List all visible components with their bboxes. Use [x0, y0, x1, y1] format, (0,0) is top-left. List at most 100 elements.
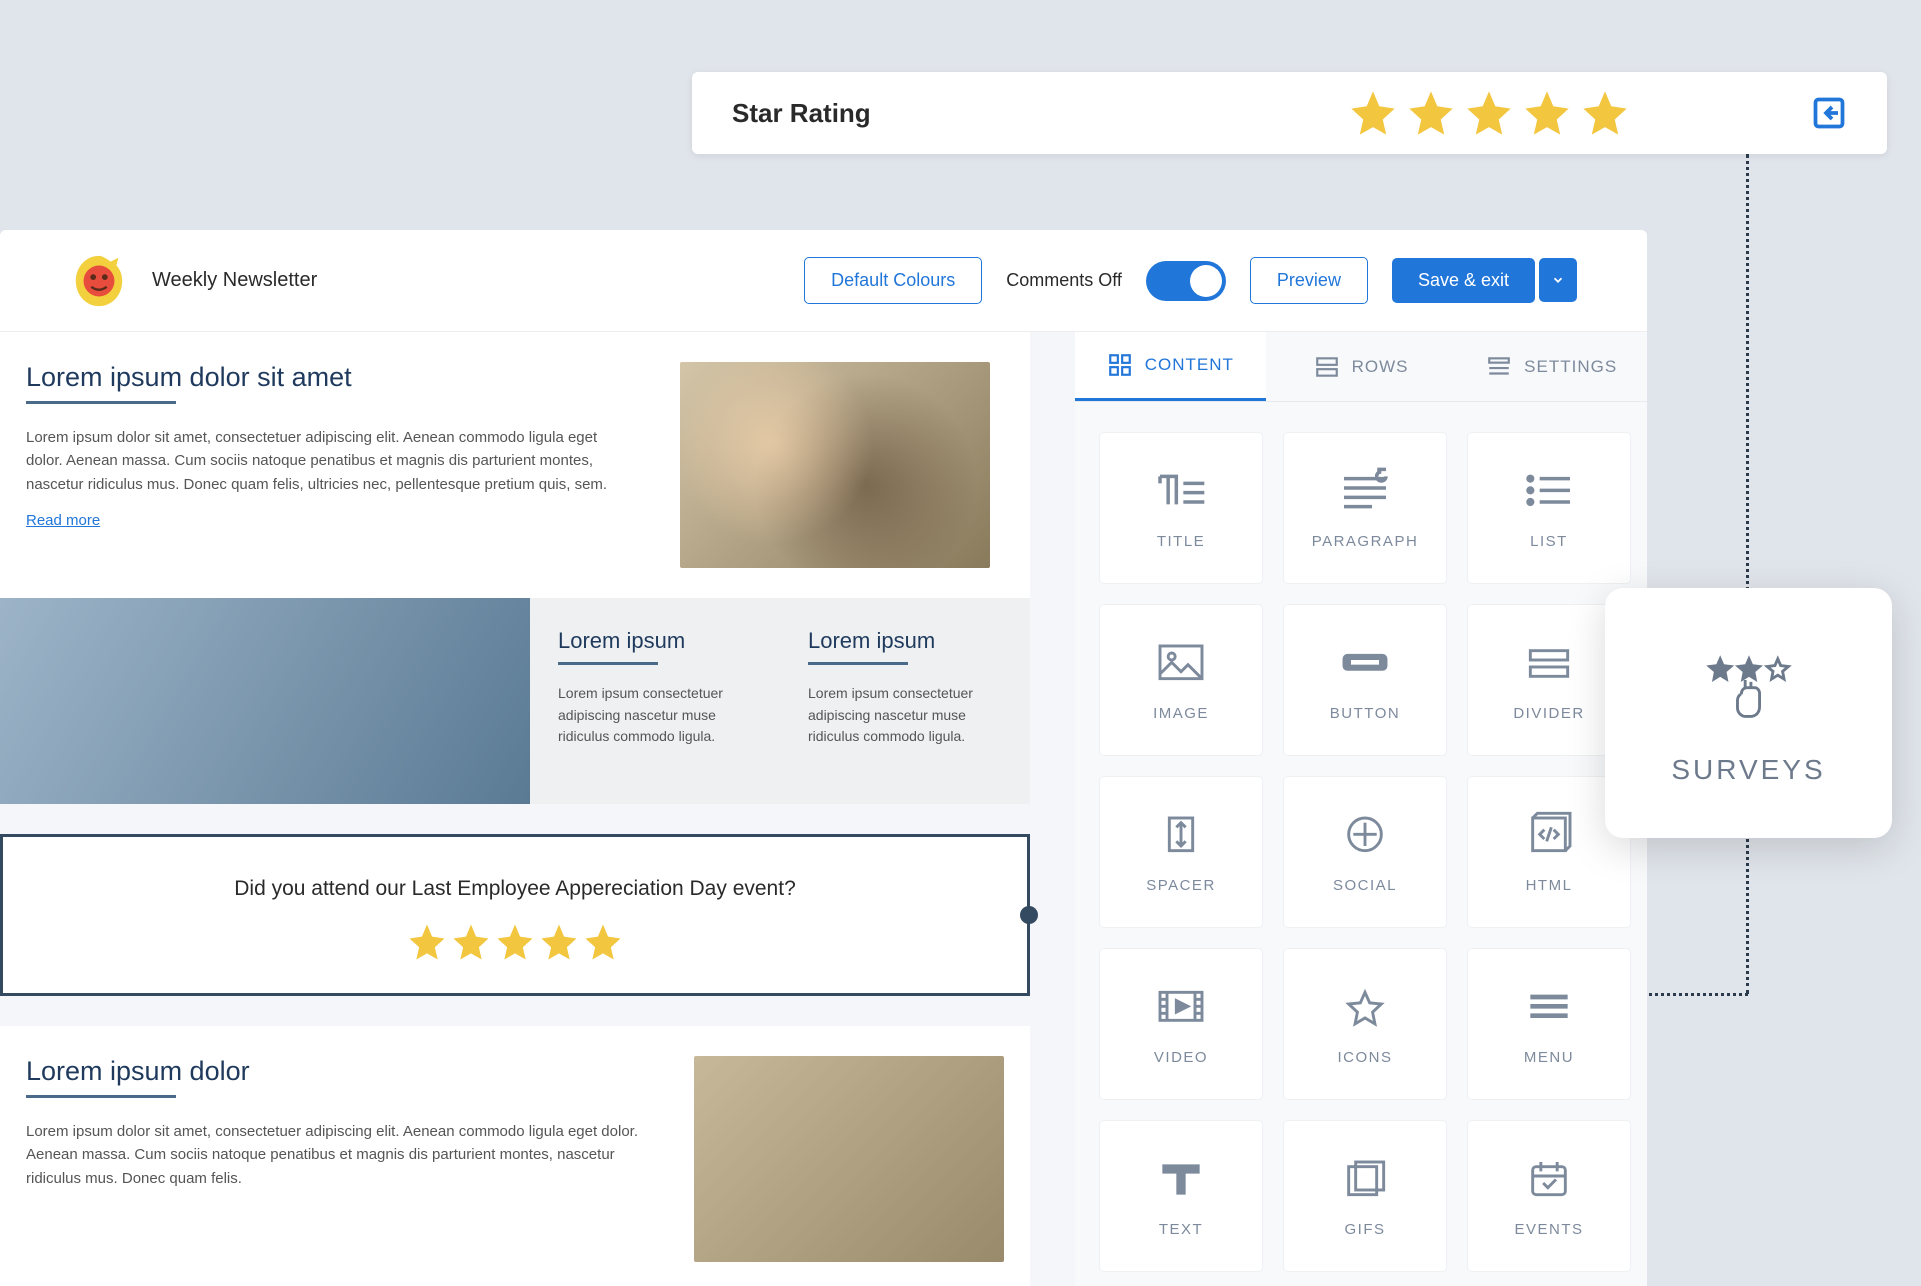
star-icon[interactable] [582, 921, 624, 963]
editor-canvas: Lorem ipsum dolor sit amet Lorem ipsum d… [0, 332, 1030, 1286]
star-icon[interactable] [406, 921, 448, 963]
tile-label: PARAGRAPH [1312, 533, 1419, 550]
html-icon [1521, 811, 1577, 859]
column-title: Lorem ipsum [808, 628, 1002, 654]
rows-icon [1314, 354, 1340, 380]
content-tile-button[interactable]: BUTTON [1283, 604, 1447, 756]
article-image[interactable] [694, 1056, 1004, 1262]
survey-rating-block[interactable]: Did you attend our Last Employee Apperec… [0, 834, 1030, 996]
star-icon[interactable] [494, 921, 536, 963]
content-tile-icons[interactable]: ICONS [1283, 948, 1447, 1100]
menu-icon [1521, 983, 1577, 1031]
survey-stars-hand-icon [1701, 640, 1797, 720]
brand-logo-icon [70, 252, 128, 310]
save-exit-button[interactable]: Save & exit [1392, 258, 1535, 303]
tab-label: ROWS [1352, 357, 1409, 377]
tile-label: SPACER [1146, 877, 1216, 894]
tab-label: SETTINGS [1524, 357, 1617, 377]
tile-label: VIDEO [1154, 1049, 1208, 1066]
star-rating-label: Star Rating [732, 98, 1347, 129]
two-column-block[interactable]: Lorem ipsum Lorem ipsum consectetuer adi… [0, 598, 1030, 804]
chevron-down-icon [1551, 273, 1565, 287]
tab-rows[interactable]: ROWS [1266, 332, 1457, 401]
surveys-label: SURVEYS [1671, 754, 1825, 786]
title-underline [26, 401, 176, 404]
tile-label: EVENTS [1514, 1221, 1583, 1238]
tile-label: HTML [1526, 877, 1573, 894]
article-body: Lorem ipsum dolor sit amet, consectetuer… [26, 1120, 638, 1190]
star-icon[interactable] [1521, 87, 1573, 139]
settings-icon [1486, 354, 1512, 380]
default-colours-button[interactable]: Default Colours [804, 257, 982, 304]
gifs-icon [1337, 1155, 1393, 1203]
column-title: Lorem ipsum [558, 628, 752, 654]
spacer-icon [1153, 811, 1209, 859]
star-rating-stars [1347, 87, 1631, 139]
star-icon[interactable] [1579, 87, 1631, 139]
text-icon [1153, 1155, 1209, 1203]
video-icon [1153, 983, 1209, 1031]
paragraph-icon [1337, 467, 1393, 515]
save-dropdown-button[interactable] [1539, 258, 1577, 302]
title-underline [808, 662, 908, 665]
icons-icon [1337, 983, 1393, 1031]
tab-content[interactable]: CONTENT [1075, 332, 1266, 401]
star-icon[interactable] [1347, 87, 1399, 139]
connector-line-vertical [1746, 154, 1749, 994]
content-tile-grid: TITLE PARAGRAPH LIST IMAGE BUTTON DIVIDER SPAC… [1075, 402, 1647, 1286]
block-resize-handle[interactable] [1020, 906, 1038, 924]
sidebar-tabs: CONTENT ROWS SETTINGS [1075, 332, 1647, 402]
tile-label: BUTTON [1330, 705, 1400, 722]
title-underline [558, 662, 658, 665]
tile-label: ICONS [1337, 1049, 1392, 1066]
tile-label: TITLE [1157, 533, 1205, 550]
section-image[interactable] [0, 598, 530, 804]
list-icon [1521, 467, 1577, 515]
content-tile-social[interactable]: SOCIAL [1283, 776, 1447, 928]
star-icon[interactable] [1463, 87, 1515, 139]
content-tile-gifs[interactable]: GIFS [1283, 1120, 1447, 1272]
content-tile-title[interactable]: TITLE [1099, 432, 1263, 584]
tile-label: SOCIAL [1333, 877, 1397, 894]
tab-label: CONTENT [1145, 355, 1234, 375]
button-icon [1337, 639, 1393, 687]
grid-icon [1107, 352, 1133, 378]
divider-icon [1521, 639, 1577, 687]
tile-label: GIFS [1344, 1221, 1385, 1238]
content-tile-events[interactable]: EVENTS [1467, 1120, 1631, 1272]
image-icon [1153, 639, 1209, 687]
content-tile-text[interactable]: TEXT [1099, 1120, 1263, 1272]
tile-label: TEXT [1159, 1221, 1203, 1238]
tab-settings[interactable]: SETTINGS [1456, 332, 1647, 401]
tile-label: DIVIDER [1513, 705, 1584, 722]
comments-toggle[interactable] [1146, 261, 1226, 301]
content-tile-spacer[interactable]: SPACER [1099, 776, 1263, 928]
preview-button[interactable]: Preview [1250, 257, 1368, 304]
content-tile-paragraph[interactable]: PARAGRAPH [1283, 432, 1447, 584]
tile-label: LIST [1530, 533, 1568, 550]
title-icon [1153, 467, 1209, 515]
read-more-link[interactable]: Read more [26, 512, 100, 529]
column-body: Lorem ipsum consectetuer adipiscing nasc… [558, 683, 752, 748]
surveys-callout-card[interactable]: SURVEYS [1605, 588, 1892, 838]
article-block[interactable]: Lorem ipsum dolor sit amet Lorem ipsum d… [0, 332, 1030, 598]
collapse-panel-icon[interactable] [1811, 95, 1847, 131]
social-icon [1337, 811, 1393, 859]
article-block[interactable]: Lorem ipsum dolor Lorem ipsum dolor sit … [0, 1026, 1030, 1286]
star-icon[interactable] [538, 921, 580, 963]
content-tile-image[interactable]: IMAGE [1099, 604, 1263, 756]
star-icon[interactable] [450, 921, 492, 963]
content-tile-list[interactable]: LIST [1467, 432, 1631, 584]
star-icon[interactable] [1405, 87, 1457, 139]
content-tile-menu[interactable]: MENU [1467, 948, 1631, 1100]
content-tile-video[interactable]: VIDEO [1099, 948, 1263, 1100]
article-title: Lorem ipsum dolor [26, 1056, 638, 1087]
editor-sidebar: CONTENT ROWS SETTINGS TITLE PARAGRAPH LIST… [1075, 332, 1647, 1286]
article-image[interactable] [680, 362, 990, 568]
newsletter-title: Weekly Newsletter [152, 269, 804, 292]
star-rating-panel: Star Rating [692, 72, 1887, 154]
column-body: Lorem ipsum consectetuer adipiscing nasc… [808, 683, 1002, 748]
article-body: Lorem ipsum dolor sit amet, consectetuer… [26, 426, 624, 496]
comments-toggle-label: Comments Off [1006, 270, 1122, 291]
survey-question: Did you attend our Last Employee Apperec… [23, 877, 1007, 901]
